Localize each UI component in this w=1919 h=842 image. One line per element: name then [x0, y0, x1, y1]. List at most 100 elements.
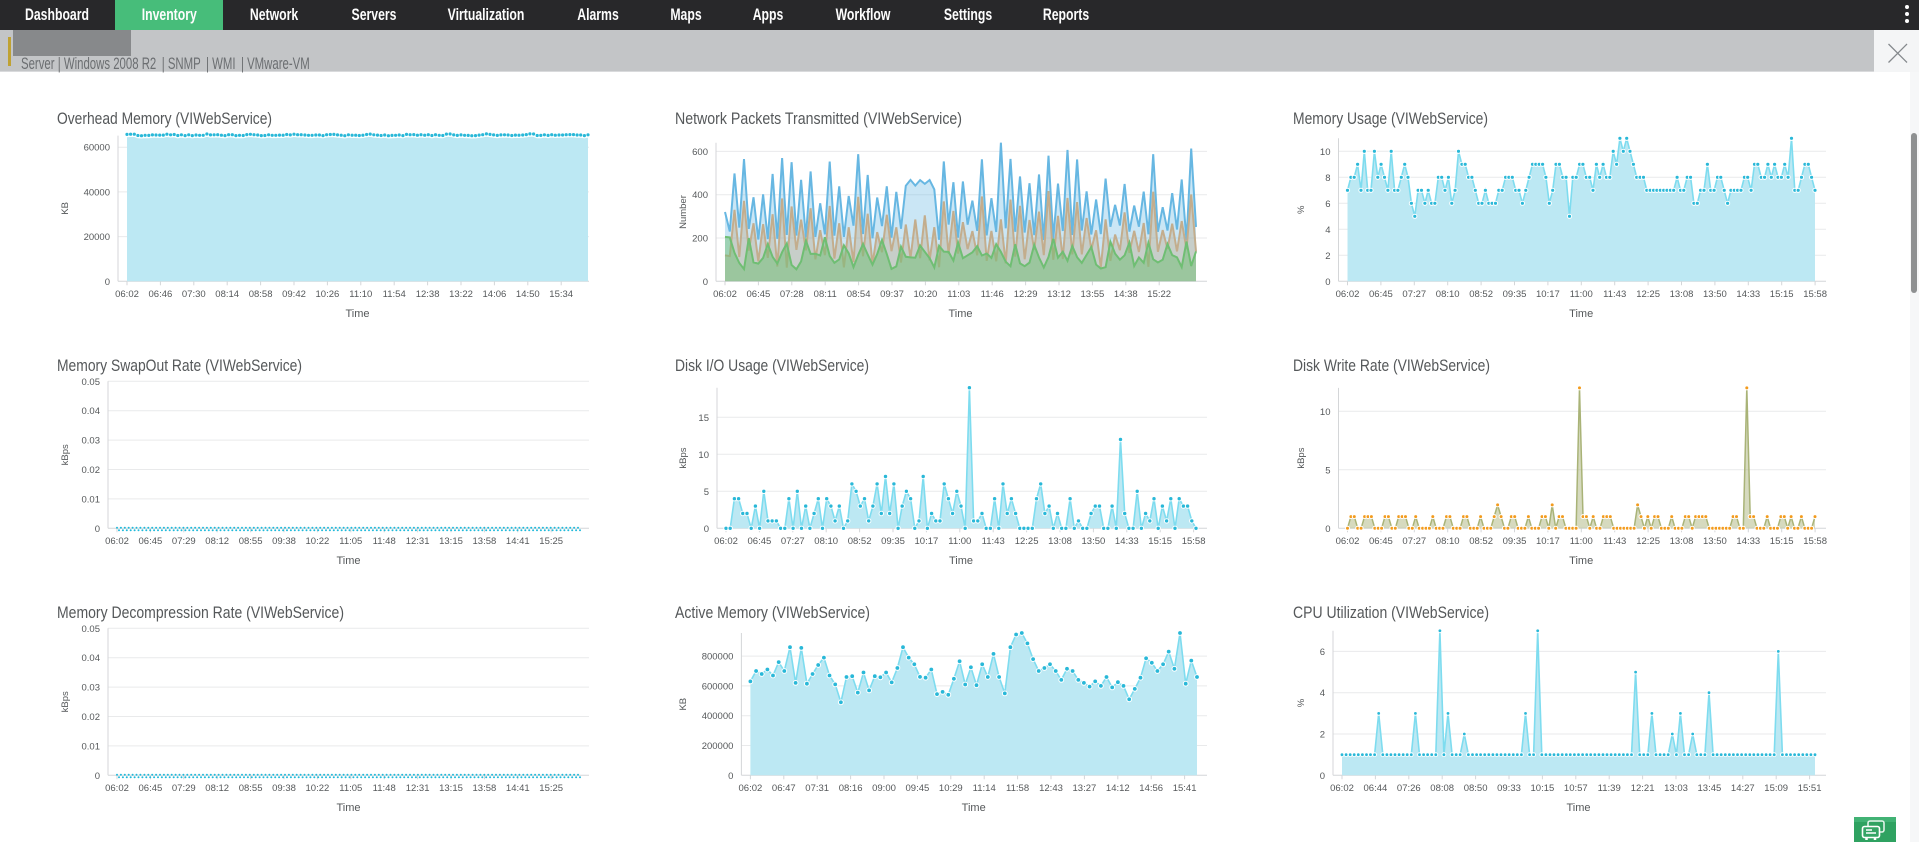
svg-text:08:10: 08:10: [814, 536, 838, 547]
svg-text:Disk Write Rate (VIWebService): Disk Write Rate (VIWebService): [1293, 357, 1490, 375]
svg-text:07:30: 07:30: [182, 289, 206, 300]
svg-text:12:25: 12:25: [1636, 536, 1660, 547]
svg-text:KB: KB: [60, 202, 71, 215]
svg-text:07:31: 07:31: [805, 783, 829, 794]
svg-text:4: 4: [1325, 225, 1330, 236]
svg-text:09:33: 09:33: [1497, 783, 1521, 794]
svg-text:11:43: 11:43: [982, 536, 1005, 547]
svg-text:08:14: 08:14: [215, 289, 239, 300]
svg-text:0: 0: [105, 277, 110, 288]
svg-text:600000: 600000: [702, 681, 734, 692]
svg-text:Time: Time: [1569, 308, 1593, 320]
svg-text:07:26: 07:26: [1397, 783, 1421, 794]
svg-text:10:15: 10:15: [1531, 783, 1555, 794]
svg-text:14:33: 14:33: [1736, 536, 1760, 547]
svg-text:09:35: 09:35: [1503, 536, 1527, 547]
svg-text:Time: Time: [345, 308, 369, 320]
svg-text:08:58: 08:58: [249, 289, 273, 300]
svg-text:Time: Time: [949, 555, 973, 567]
svg-text:10:17: 10:17: [915, 536, 939, 547]
svg-text:13:58: 13:58: [473, 536, 497, 547]
svg-text:200000: 200000: [702, 741, 734, 752]
svg-text:06:02: 06:02: [1336, 536, 1360, 547]
svg-text:13:15: 13:15: [439, 536, 463, 547]
svg-text:14:38: 14:38: [1114, 289, 1138, 300]
svg-text:08:11: 08:11: [814, 289, 837, 300]
svg-text:11:54: 11:54: [383, 289, 406, 300]
svg-text:09:42: 09:42: [282, 289, 306, 300]
svg-text:13:55: 13:55: [1081, 289, 1105, 300]
svg-text:Time: Time: [962, 802, 986, 814]
svg-text:kBps: kBps: [678, 447, 689, 468]
svg-text:12:43: 12:43: [1039, 783, 1063, 794]
svg-text:Network Packets Transmitted (V: Network Packets Transmitted (VIWebServic…: [675, 110, 962, 128]
svg-text:10: 10: [1320, 407, 1331, 418]
svg-text:0: 0: [1325, 277, 1330, 288]
svg-text:13:50: 13:50: [1082, 536, 1106, 547]
svg-text:08:16: 08:16: [839, 783, 863, 794]
svg-text:13:12: 13:12: [1047, 289, 1071, 300]
svg-text:06:02: 06:02: [115, 289, 139, 300]
svg-text:08:10: 08:10: [1436, 536, 1460, 547]
svg-text:06:02: 06:02: [713, 289, 737, 300]
svg-text:15:58: 15:58: [1182, 536, 1206, 547]
svg-text:08:12: 08:12: [205, 783, 229, 794]
svg-text:10:17: 10:17: [1536, 536, 1560, 547]
svg-text:06:02: 06:02: [105, 536, 129, 547]
svg-text:40000: 40000: [84, 187, 110, 198]
svg-text:11:10: 11:10: [349, 289, 372, 300]
svg-text:10:22: 10:22: [306, 536, 330, 547]
svg-text:%: %: [1296, 698, 1307, 707]
svg-text:10:29: 10:29: [939, 783, 963, 794]
svg-text:kBps: kBps: [60, 691, 71, 712]
svg-text:06:45: 06:45: [139, 536, 163, 547]
svg-text:08:52: 08:52: [1469, 536, 1493, 547]
svg-text:08:55: 08:55: [239, 783, 263, 794]
svg-text:14:56: 14:56: [1139, 783, 1163, 794]
svg-text:07:28: 07:28: [780, 289, 804, 300]
svg-text:Overhead Memory (VIWebService): Overhead Memory (VIWebService): [57, 110, 272, 128]
svg-text:11:48: 11:48: [373, 536, 396, 547]
svg-text:08:50: 08:50: [1464, 783, 1488, 794]
svg-text:07:27: 07:27: [781, 536, 805, 547]
svg-text:2: 2: [1320, 730, 1325, 741]
svg-text:14:33: 14:33: [1736, 289, 1760, 300]
svg-text:15:58: 15:58: [1803, 289, 1827, 300]
svg-text:200: 200: [692, 234, 708, 245]
svg-text:15:51: 15:51: [1798, 783, 1822, 794]
svg-text:10:22: 10:22: [306, 783, 330, 794]
svg-text:8: 8: [1325, 173, 1330, 184]
svg-text:06:02: 06:02: [1330, 783, 1354, 794]
svg-text:14:41: 14:41: [506, 536, 530, 547]
svg-text:13:03: 13:03: [1664, 783, 1688, 794]
svg-text:0: 0: [95, 771, 100, 782]
svg-text:11:39: 11:39: [1598, 783, 1621, 794]
svg-text:Active Memory (VIWebService): Active Memory (VIWebService): [675, 604, 870, 622]
svg-text:Number: Number: [678, 195, 689, 229]
svg-text:Memory Decompression Rate (VIW: Memory Decompression Rate (VIWebService): [57, 604, 344, 622]
svg-text:%: %: [1296, 205, 1307, 214]
svg-text:06:47: 06:47: [772, 783, 796, 794]
svg-text:13:50: 13:50: [1703, 536, 1727, 547]
svg-text:06:45: 06:45: [139, 783, 163, 794]
svg-text:08:52: 08:52: [848, 536, 872, 547]
svg-text:06:46: 06:46: [149, 289, 173, 300]
svg-text:14:06: 14:06: [483, 289, 507, 300]
svg-text:0.01: 0.01: [82, 494, 101, 505]
svg-text:15:15: 15:15: [1148, 536, 1172, 547]
svg-text:08:54: 08:54: [847, 289, 871, 300]
svg-text:KB: KB: [678, 698, 689, 711]
svg-text:06:02: 06:02: [105, 783, 129, 794]
svg-text:13:22: 13:22: [449, 289, 473, 300]
svg-text:0: 0: [704, 524, 709, 535]
svg-text:kBps: kBps: [60, 444, 71, 465]
svg-text:09:35: 09:35: [1503, 289, 1527, 300]
svg-text:4: 4: [1320, 688, 1325, 699]
svg-text:0.01: 0.01: [82, 741, 101, 752]
svg-text:11:46: 11:46: [981, 289, 1004, 300]
svg-text:08:10: 08:10: [1436, 289, 1460, 300]
svg-text:13:08: 13:08: [1048, 536, 1072, 547]
svg-text:09:00: 09:00: [872, 783, 896, 794]
svg-text:06:44: 06:44: [1364, 783, 1388, 794]
svg-text:11:00: 11:00: [1570, 289, 1593, 300]
